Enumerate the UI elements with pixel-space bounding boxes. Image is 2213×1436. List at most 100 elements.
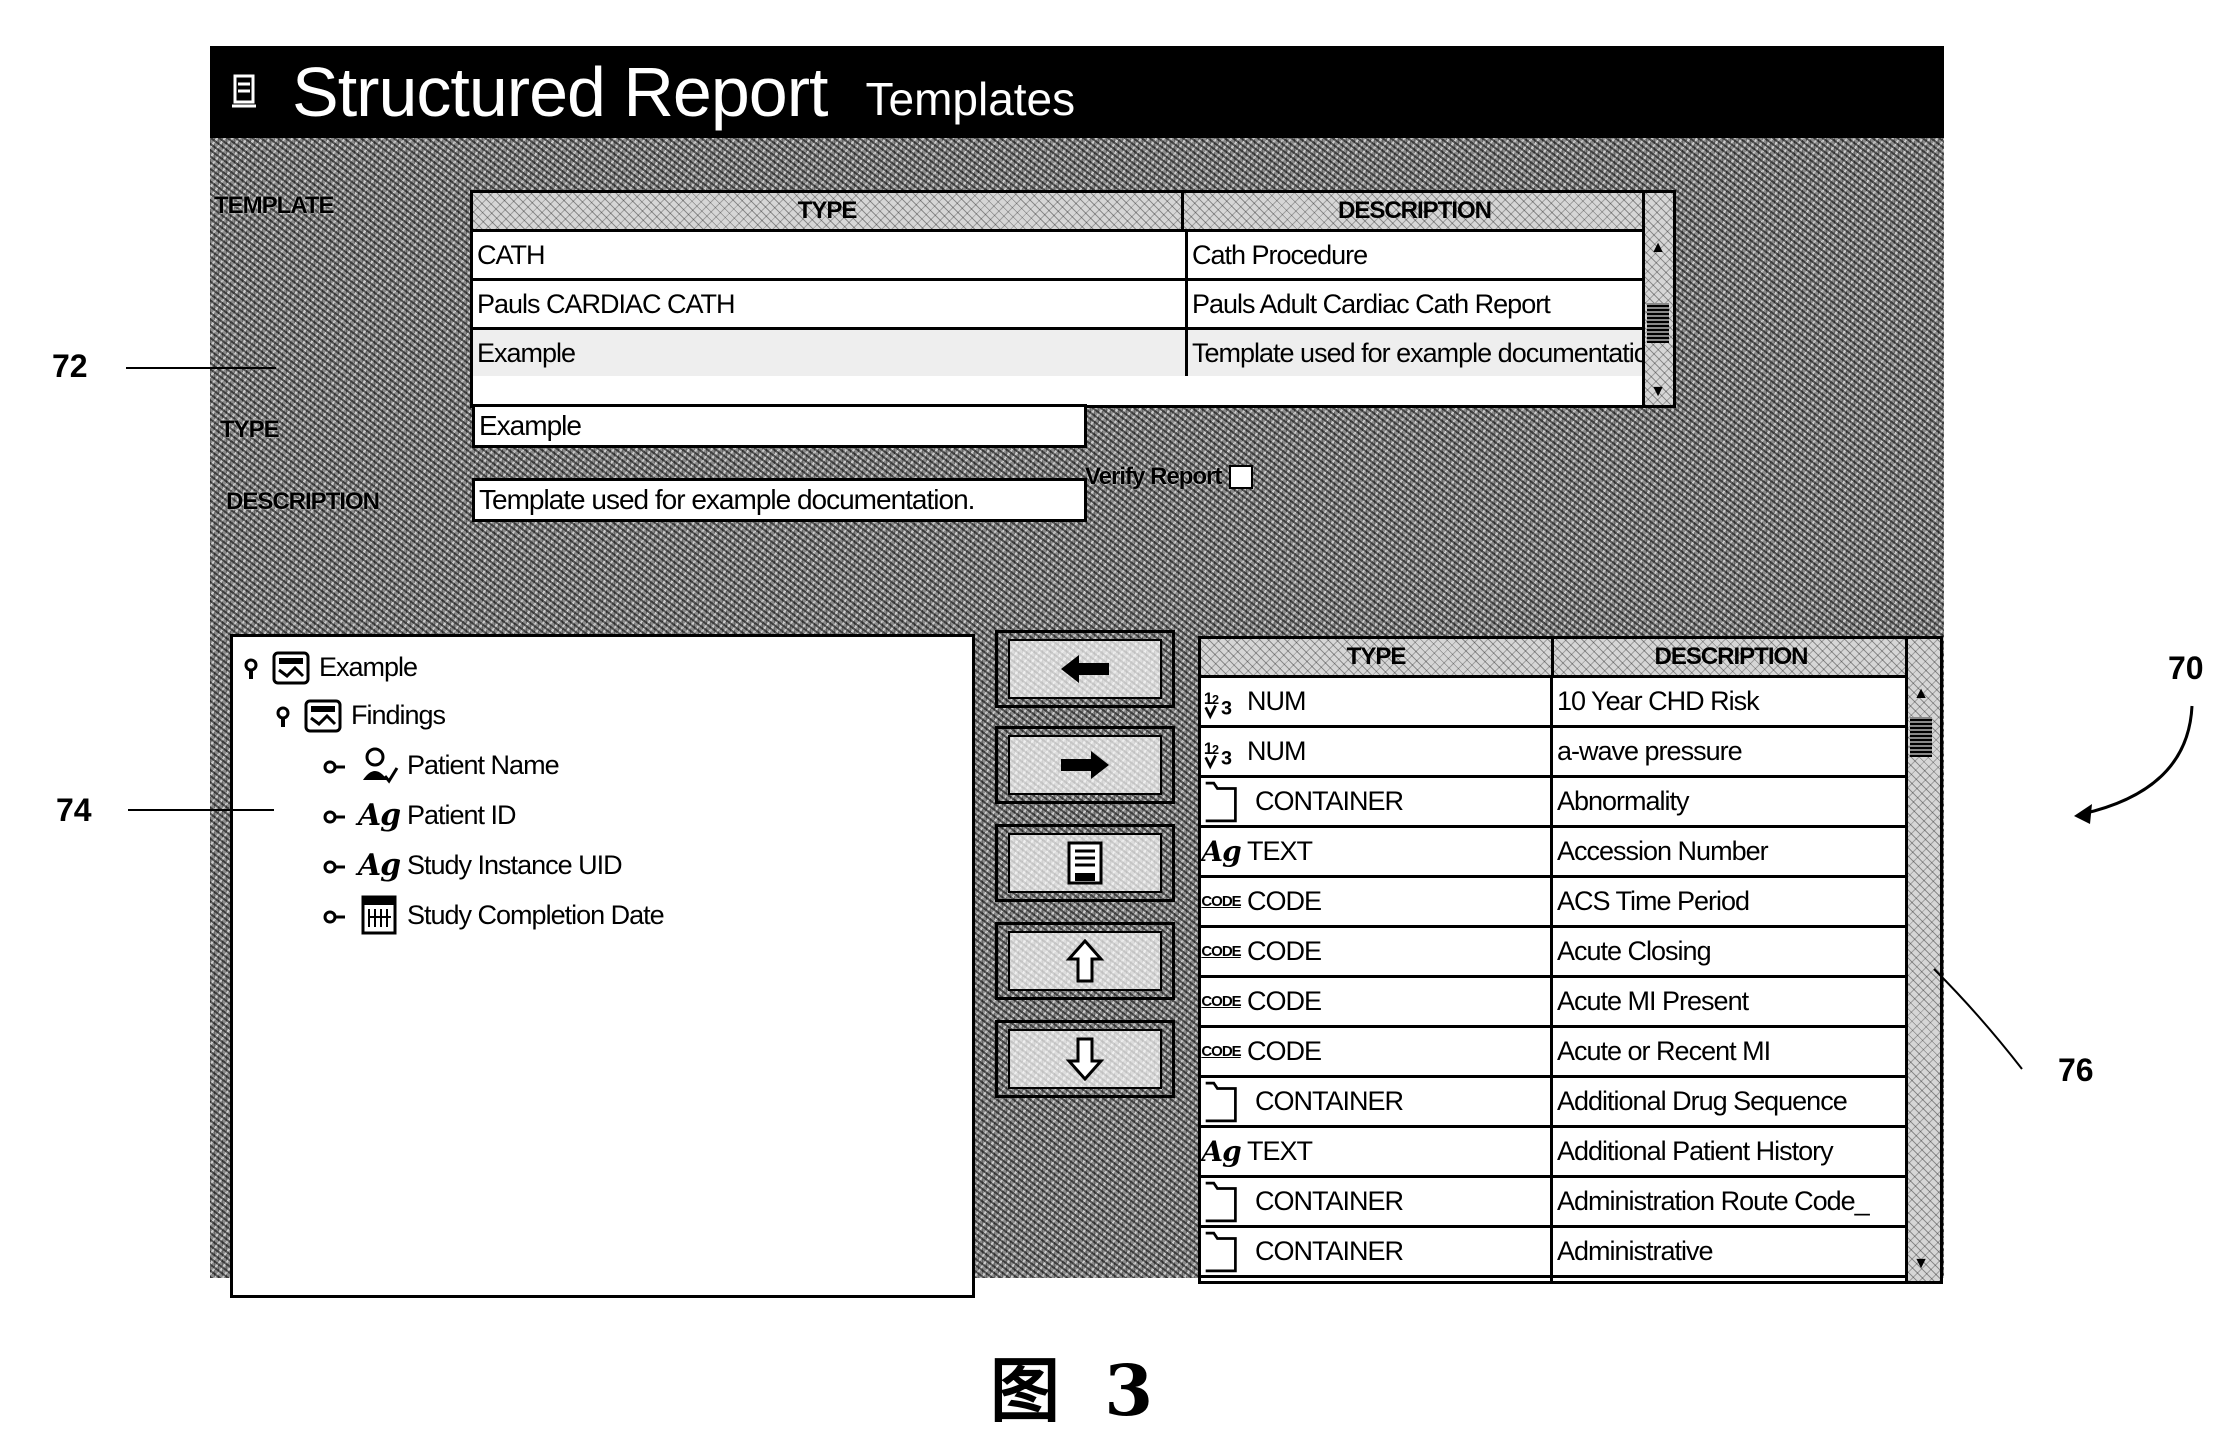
- cell-type: Ag TEXT: [1201, 1128, 1550, 1175]
- container-icon: [1201, 1231, 1241, 1272]
- cell-type: Ag TEXT: [1201, 828, 1550, 875]
- table-row[interactable]: CONTAINER Abnormality: [1201, 778, 1908, 828]
- template-table[interactable]: TYPE DESCRIPTION CATH Cath Procedure Pau…: [470, 190, 1676, 408]
- cell-description: Acute Closing: [1550, 928, 1908, 975]
- type-text: TEXT: [1247, 1136, 1313, 1166]
- table-row[interactable]: DATETIMEAdmission Date/Time: [1201, 1278, 1908, 1285]
- leaf-icon: [323, 804, 347, 826]
- column-header-type[interactable]: TYPE: [473, 193, 1181, 229]
- type-text: TEXT: [1247, 836, 1313, 866]
- structured-report-window: Structured Report Templates TEMPLATE TYP…: [210, 46, 1944, 1298]
- table-row[interactable]: CONTAINER Additional Drug Sequence: [1201, 1078, 1908, 1128]
- expanded-icon[interactable]: [275, 704, 291, 727]
- column-header-description[interactable]: DESCRIPTION: [1551, 639, 1908, 675]
- tree-node-label: Patient ID: [407, 799, 517, 830]
- column-header-description[interactable]: DESCRIPTION: [1181, 193, 1645, 229]
- person-name-icon: [359, 746, 399, 784]
- cell-description: Pauls Adult Cardiac Cath Report: [1185, 281, 1645, 327]
- description-input[interactable]: Template used for example documentation.: [472, 478, 1087, 522]
- scroll-thumb[interactable]: [1647, 303, 1669, 343]
- tree-node-example[interactable]: Example: [243, 645, 418, 689]
- svg-text:2: 2: [1212, 742, 1219, 756]
- tree-node-patient-name[interactable]: Patient Name: [323, 743, 560, 787]
- table-row[interactable]: Pauls CARDIAC CATH Pauls Adult Cardiac C…: [473, 281, 1645, 330]
- svg-text:3: 3: [1221, 747, 1232, 769]
- scroll-down-icon[interactable]: ▼: [1647, 381, 1669, 403]
- description-label: DESCRIPTION: [226, 488, 380, 515]
- cell-type: 1 2 3 NUM: [1201, 728, 1550, 775]
- cell-description: Cath Procedure: [1185, 232, 1645, 278]
- scroll-up-icon[interactable]: ▲: [1910, 683, 1932, 705]
- verify-report-checkbox[interactable]: Verify Report: [1085, 463, 1254, 491]
- cell-type: Example: [477, 337, 576, 368]
- cell-type: CODE CODE: [1201, 1028, 1550, 1075]
- expanded-icon[interactable]: [243, 656, 259, 679]
- code-icon: CODE: [1201, 1043, 1241, 1060]
- datetime-icon: [1201, 1282, 1241, 1285]
- column-header-type[interactable]: TYPE: [1201, 639, 1551, 675]
- type-input[interactable]: Example: [472, 404, 1087, 448]
- table-row[interactable]: CODE CODE ACS Time Period: [1201, 878, 1908, 928]
- callout-74-leader: [128, 809, 274, 811]
- leaf-icon: [323, 754, 347, 776]
- move-down-button[interactable]: [995, 1020, 1175, 1098]
- code-icon: CODE: [1201, 893, 1241, 910]
- table-row[interactable]: Ag TEXT Accession Number: [1201, 828, 1908, 878]
- svg-text:3: 3: [1221, 697, 1232, 719]
- cell-type: Pauls CARDIAC CATH: [477, 288, 736, 319]
- cell-description: Administration Route Code_: [1550, 1178, 1908, 1225]
- window-body: TEMPLATE TYPE DESCRIPTION CATH Cath Proc…: [210, 138, 1944, 1298]
- add-element-button[interactable]: [995, 630, 1175, 708]
- remove-element-button[interactable]: [995, 726, 1175, 804]
- scroll-up-icon[interactable]: ▲: [1647, 237, 1669, 259]
- table-row[interactable]: 1 2 3 NUM a-wave pressure: [1201, 728, 1908, 778]
- type-text: CODE: [1247, 936, 1322, 966]
- template-table-scrollbar[interactable]: ▲ ▼: [1642, 193, 1673, 405]
- text-icon: Ag: [1201, 1135, 1241, 1168]
- table-row-selected[interactable]: Example Template used for example docume…: [473, 330, 1645, 376]
- figure-caption: 图 3: [990, 1349, 1164, 1432]
- date-icon: [359, 895, 399, 935]
- num-icon: 123: [1201, 732, 1241, 772]
- tree-node-label: Example: [319, 651, 418, 682]
- cell-type: CODE CODE: [1201, 878, 1550, 925]
- type-label: TYPE: [220, 416, 280, 443]
- type-text: CONTAINER: [1255, 1236, 1404, 1266]
- move-up-button[interactable]: [995, 922, 1175, 1000]
- scroll-down-icon[interactable]: ▼: [1910, 1253, 1932, 1275]
- callout-76-leader: [1933, 968, 2023, 1070]
- cell-type: CONTAINER: [1201, 778, 1550, 825]
- template-label: TEMPLATE: [214, 192, 335, 219]
- table-row[interactable]: CODE CODE Acute or Recent MI: [1201, 1028, 1908, 1078]
- callout-72-leader: [126, 367, 276, 369]
- table-row[interactable]: Ag TEXT Additional Patient History: [1201, 1128, 1908, 1178]
- table-row[interactable]: 1 2 3 NUM 10 Year CHD Risk: [1201, 678, 1908, 728]
- leaf-icon: [323, 904, 347, 926]
- tree-node-study-instance-uid[interactable]: Ag Study Instance UID: [323, 843, 623, 887]
- container-icon: [1201, 1081, 1241, 1122]
- cell-type: CONTAINER: [1201, 1228, 1550, 1275]
- element-table[interactable]: TYPE DESCRIPTION 1 2 3 NUM 10 Year CHD Risk 1…: [1198, 636, 1943, 1284]
- properties-button[interactable]: [995, 824, 1175, 902]
- scroll-thumb[interactable]: [1910, 717, 1932, 757]
- table-row[interactable]: CODE CODE Acute Closing: [1201, 928, 1908, 978]
- checkbox-icon[interactable]: [1229, 465, 1254, 489]
- callout-70-arrow: [2074, 705, 2194, 824]
- tree-node-study-completion-date[interactable]: Study Completion Date: [323, 893, 665, 937]
- code-icon: CODE: [1201, 943, 1241, 960]
- window-title: Structured Report: [292, 53, 828, 131]
- element-table-scrollbar[interactable]: ▲ ▼: [1905, 639, 1940, 1281]
- table-row[interactable]: CONTAINER Administration Route Code_: [1201, 1178, 1908, 1228]
- tree-node-patient-id[interactable]: Ag Patient ID: [323, 793, 517, 837]
- table-row[interactable]: CATH Cath Procedure: [473, 232, 1645, 281]
- tree-node-findings[interactable]: Findings: [275, 693, 446, 737]
- container-icon: [1201, 781, 1241, 822]
- cell-description: 10 Year CHD Risk: [1550, 678, 1908, 725]
- table-row[interactable]: CODE CODE Acute MI Present: [1201, 978, 1908, 1028]
- text-icon: Ag: [357, 847, 401, 883]
- template-tree[interactable]: Example Findings Patient Name Ag Patient…: [230, 634, 975, 1298]
- cell-description: ACS Time Period: [1550, 878, 1908, 925]
- report-icon: [232, 74, 258, 110]
- table-row[interactable]: CONTAINER Administrative: [1201, 1228, 1908, 1278]
- callout-72: 72: [52, 348, 88, 384]
